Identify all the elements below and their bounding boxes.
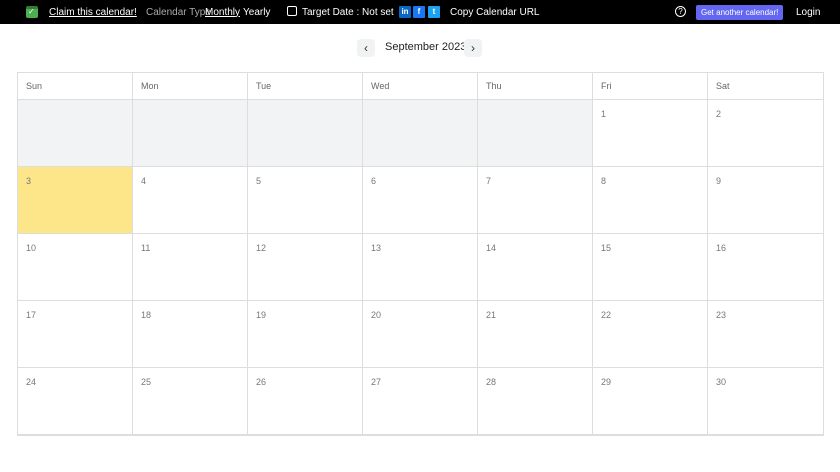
day-number: 24 — [26, 377, 37, 387]
day-number: 21 — [486, 310, 497, 320]
day-cell[interactable]: 2 — [708, 100, 823, 167]
day-number: 13 — [371, 243, 382, 253]
copy-url-button[interactable]: Copy Calendar URL — [450, 7, 540, 18]
day-cell[interactable]: 28 — [478, 368, 593, 435]
day-cell[interactable]: 30 — [708, 368, 823, 435]
day-cell[interactable]: 1 — [593, 100, 708, 167]
day-cell[interactable]: 29 — [593, 368, 708, 435]
day-cell[interactable]: 21 — [478, 301, 593, 368]
day-cell[interactable]: 4 — [133, 167, 248, 234]
monthly-option[interactable]: Monthly — [205, 7, 240, 18]
prev-month-button[interactable]: ‹ — [357, 39, 375, 57]
day-number: 2 — [716, 109, 722, 119]
day-number: 18 — [141, 310, 152, 320]
day-cell[interactable]: 7 — [478, 167, 593, 234]
linkedin-icon[interactable]: in — [399, 6, 411, 18]
weekday-header: Tue — [248, 73, 363, 100]
day-cell[interactable]: 17 — [18, 301, 133, 368]
empty-day-cell — [248, 100, 363, 167]
day-cell[interactable]: 24 — [18, 368, 133, 435]
day-number: 26 — [256, 377, 267, 387]
day-number: 7 — [486, 176, 492, 186]
day-number: 4 — [141, 176, 147, 186]
day-cell[interactable]: 20 — [363, 301, 478, 368]
twitter-icon[interactable]: t — [428, 6, 440, 18]
day-cell[interactable]: 11 — [133, 234, 248, 301]
day-number: 20 — [371, 310, 382, 320]
day-number: 5 — [256, 176, 262, 186]
day-number: 9 — [716, 176, 722, 186]
day-number: 6 — [371, 176, 377, 186]
empty-day-cell — [363, 100, 478, 167]
day-cell-today[interactable]: 3 — [18, 167, 133, 234]
day-cell[interactable]: 8 — [593, 167, 708, 234]
empty-day-cell — [18, 100, 133, 167]
day-number: 14 — [486, 243, 497, 253]
day-number: 19 — [256, 310, 267, 320]
yearly-option[interactable]: Yearly — [243, 7, 270, 18]
day-number: 3 — [26, 176, 32, 186]
day-cell[interactable]: 25 — [133, 368, 248, 435]
day-number: 27 — [371, 377, 382, 387]
day-number: 17 — [26, 310, 37, 320]
day-cell[interactable]: 14 — [478, 234, 593, 301]
day-cell[interactable]: 12 — [248, 234, 363, 301]
empty-day-cell — [478, 100, 593, 167]
day-number: 10 — [26, 243, 37, 253]
day-cell[interactable]: 18 — [133, 301, 248, 368]
weekday-header: Mon — [133, 73, 248, 100]
calendar-grid: Sun Mon Tue Wed Thu Fri Sat 1 2 3 4 5 6 7 8 9 10 11 12 13 14… — [17, 72, 824, 436]
day-cell[interactable]: 13 — [363, 234, 478, 301]
day-number: 8 — [601, 176, 607, 186]
target-date-button[interactable]: Target Date : Not set — [302, 7, 394, 18]
weekday-header: Thu — [478, 73, 593, 100]
day-number: 22 — [601, 310, 612, 320]
day-cell[interactable]: 22 — [593, 301, 708, 368]
day-cell[interactable]: 26 — [248, 368, 363, 435]
day-cell[interactable]: 5 — [248, 167, 363, 234]
day-number: 16 — [716, 243, 727, 253]
facebook-icon[interactable]: f — [413, 6, 425, 18]
day-cell[interactable]: 16 — [708, 234, 823, 301]
weekday-header: Fri — [593, 73, 708, 100]
day-number: 30 — [716, 377, 727, 387]
day-number: 28 — [486, 377, 497, 387]
weekday-header: Sun — [18, 73, 133, 100]
day-number: 1 — [601, 109, 607, 119]
calendar-icon — [287, 6, 297, 16]
help-icon[interactable]: ? — [675, 6, 686, 17]
day-number: 12 — [256, 243, 267, 253]
calendar-check-icon — [26, 6, 38, 18]
day-cell[interactable]: 23 — [708, 301, 823, 368]
day-cell[interactable]: 10 — [18, 234, 133, 301]
day-number: 29 — [601, 377, 612, 387]
calendar-type-label: Calendar Type — [146, 6, 211, 18]
get-another-calendar-button[interactable]: Get another calendar! — [696, 5, 784, 20]
day-number: 25 — [141, 377, 152, 387]
day-number: 23 — [716, 310, 727, 320]
next-month-button[interactable]: › — [464, 39, 482, 57]
day-number: 11 — [141, 243, 151, 253]
day-cell[interactable]: 27 — [363, 368, 478, 435]
day-cell[interactable]: 19 — [248, 301, 363, 368]
top-bar: Claim this calendar! Calendar Type Month… — [0, 0, 840, 24]
day-number: 15 — [601, 243, 612, 253]
day-cell[interactable]: 9 — [708, 167, 823, 234]
login-link[interactable]: Login — [796, 7, 820, 18]
day-cell[interactable]: 15 — [593, 234, 708, 301]
claim-calendar-link[interactable]: Claim this calendar! — [49, 7, 137, 18]
weekday-header: Wed — [363, 73, 478, 100]
weekday-header: Sat — [708, 73, 823, 100]
day-cell[interactable]: 6 — [363, 167, 478, 234]
month-title: September 2023 — [385, 41, 467, 53]
empty-day-cell — [133, 100, 248, 167]
